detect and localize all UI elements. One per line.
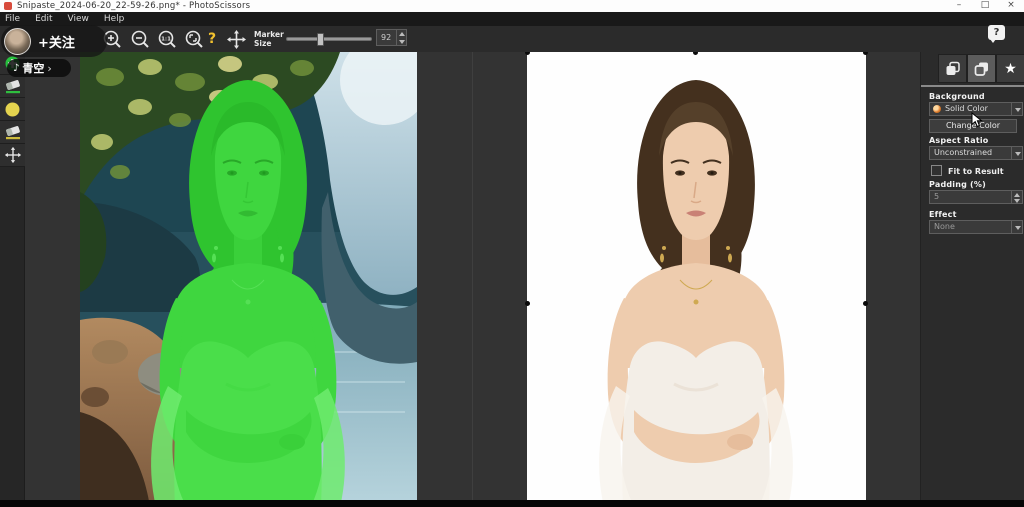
music-title: 青空 [22, 60, 44, 76]
tool-green-eraser[interactable] [0, 75, 25, 98]
solid-color-swatch-icon [933, 105, 941, 113]
background-label: Background [929, 92, 985, 101]
yellow-eraser-icon [4, 123, 22, 141]
tool-move[interactable] [0, 144, 25, 167]
music-note-icon: ♪ [13, 63, 19, 74]
main-toolbar: 1:1 ? Marker Size 92 [0, 26, 1024, 52]
pan-tool-icon[interactable] [226, 29, 247, 50]
padding-spinbox[interactable]: 5 [929, 190, 1023, 204]
follow-button[interactable]: +关注 [38, 32, 75, 51]
window-controls: – □ × [946, 0, 1024, 12]
menu-help[interactable]: Help [104, 14, 125, 24]
yellow-marker-icon [4, 101, 21, 118]
settings-tabs: ★ [938, 54, 1024, 83]
toolbar-help-icon[interactable]: ? [204, 29, 220, 50]
zoom-out-icon[interactable] [130, 29, 151, 50]
aspect-ratio-label: Aspect Ratio [929, 136, 988, 145]
tool-yellow-marker[interactable] [0, 98, 25, 121]
maximize-button[interactable]: □ [972, 0, 998, 12]
marker-size-slider[interactable] [286, 37, 372, 41]
zoom-fit-icon[interactable] [184, 29, 205, 50]
move-tool-icon [4, 146, 22, 164]
photoscissors-window: Snipaste_2024-06-20_22-59-26.png* - Phot… [0, 0, 1024, 507]
menu-file[interactable]: File [5, 14, 20, 24]
green-eraser-icon [4, 77, 22, 95]
effect-dropdown[interactable]: None [929, 220, 1023, 234]
menu-bar: File Edit View Help [0, 12, 1024, 26]
source-image-art [80, 52, 417, 507]
result-image-canvas[interactable] [527, 52, 866, 507]
help-bubble-button[interactable]: ? [988, 25, 1005, 40]
window-title: Snipaste_2024-06-20_22-59-26.png* - Phot… [17, 1, 250, 11]
video-letterbox-bar [0, 500, 1024, 507]
follow-overlay[interactable]: +关注 [1, 25, 107, 57]
tabs-separator [921, 85, 1024, 87]
zoom-actual-label: 1:1 [161, 37, 171, 43]
menu-edit[interactable]: Edit [35, 14, 52, 24]
result-image-art [527, 52, 866, 507]
fit-to-result-checkbox[interactable] [931, 165, 942, 176]
canvas-divider [472, 52, 473, 500]
title-bar: Snipaste_2024-06-20_22-59-26.png* - Phot… [0, 0, 1024, 12]
marker-size-spinbox[interactable]: 92 [376, 29, 407, 46]
streamer-avatar [4, 28, 31, 55]
tab-favorites[interactable]: ★ [996, 54, 1024, 83]
minimize-button[interactable]: – [946, 0, 972, 12]
spin-up-icon[interactable] [397, 30, 406, 38]
dropdown-arrow-icon[interactable] [1011, 147, 1022, 159]
dropdown-arrow-icon[interactable] [1011, 103, 1022, 115]
aspect-ratio-value: Unconstrained [930, 147, 1011, 159]
selection-handle-mid-right[interactable] [863, 301, 868, 306]
mouse-cursor [971, 112, 983, 128]
padding-label: Padding (%) [929, 180, 986, 189]
tool-sidebar [0, 52, 25, 500]
close-button[interactable]: × [998, 0, 1024, 12]
effect-value: None [930, 221, 1011, 233]
marker-size-slider-handle[interactable] [317, 33, 324, 46]
padding-spin-arrows [1011, 191, 1022, 203]
chevron-right-icon: › [47, 62, 51, 75]
aspect-ratio-dropdown[interactable]: Unconstrained [929, 146, 1023, 160]
selection-handle-mid-left[interactable] [525, 301, 530, 306]
app-icon [4, 2, 12, 10]
music-overlay[interactable]: ♪ 青空 › [7, 59, 71, 77]
spin-down-icon[interactable] [397, 38, 406, 46]
source-image-canvas[interactable] [80, 52, 417, 507]
fit-to-result-label: Fit to Result [948, 167, 1004, 176]
tab-background[interactable] [938, 54, 967, 83]
effect-label: Effect [929, 210, 957, 219]
marker-size-label: Marker Size [254, 30, 284, 48]
marker-size-spin-arrows [396, 30, 406, 45]
dropdown-arrow-icon[interactable] [1011, 221, 1022, 233]
menu-view[interactable]: View [68, 14, 89, 24]
tab-layers[interactable] [967, 54, 996, 83]
star-icon: ★ [1004, 62, 1017, 76]
layers-outline-icon [974, 61, 990, 77]
marker-size-value[interactable]: 92 [377, 30, 396, 45]
layers-filled-icon [945, 61, 961, 77]
padding-value: 5 [930, 191, 1011, 203]
zoom-actual-size-icon[interactable]: 1:1 [157, 29, 178, 50]
tool-yellow-eraser[interactable] [0, 121, 25, 144]
spin-down-icon[interactable] [1012, 197, 1022, 203]
